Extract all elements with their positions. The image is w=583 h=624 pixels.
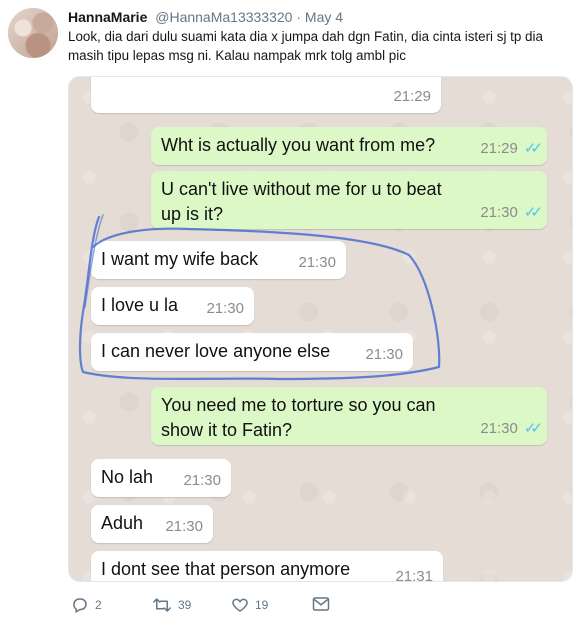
message-time: 21:30 xyxy=(365,346,403,363)
like-button[interactable]: 19 xyxy=(231,596,268,614)
tweet-media-screenshot[interactable]: 21:29 Wht is actually you want from me? … xyxy=(68,76,573,582)
retweet-count: 39 xyxy=(178,598,192,612)
message-time: 21:30 xyxy=(165,518,203,535)
chat-message-incoming: 21:29 xyxy=(91,77,441,113)
tweet-actions: 2 39 19 xyxy=(68,596,368,616)
reply-icon xyxy=(71,596,89,614)
chat-message-incoming: I want my wife back 21:30 xyxy=(91,241,346,279)
tweet-text: Look, dia dari dulu suami kata dia x jum… xyxy=(68,29,543,63)
reply-count: 2 xyxy=(95,598,102,612)
message-text: I love u la xyxy=(101,295,179,315)
direct-message-button[interactable] xyxy=(312,596,330,612)
message-text: I want my wife back xyxy=(101,249,259,269)
tweet-header: HannaMarie @HannaMa13333320 · May 4 xyxy=(68,8,343,26)
like-count: 19 xyxy=(255,598,269,612)
avatar[interactable] xyxy=(8,8,58,58)
chat-message-incoming: I love u la 21:30 xyxy=(91,287,254,325)
message-text: I can never love anyone else xyxy=(101,341,331,361)
message-time: 21:30 xyxy=(183,472,221,489)
message-time: 21:30 xyxy=(206,300,244,317)
retweet-icon xyxy=(152,596,172,614)
message-time: 21:30 xyxy=(298,254,336,271)
reply-button[interactable]: 2 xyxy=(71,596,102,614)
message-text: Aduh xyxy=(101,513,144,533)
message-time: 21:30 xyxy=(480,420,518,437)
message-text: Wht is actually you want from me? xyxy=(161,135,436,155)
double-check-icon: ✓✓ xyxy=(523,420,543,437)
chat-message-incoming: I dont see that person anymore 21:31 xyxy=(91,551,443,582)
chat-message-outgoing: You need me to torture so you can show i… xyxy=(151,387,547,445)
retweet-button[interactable]: 39 xyxy=(152,596,191,614)
double-check-icon: ✓✓ xyxy=(523,140,543,157)
message-time: 21:29 xyxy=(393,88,431,105)
message-text: No lah xyxy=(101,467,154,487)
like-icon xyxy=(231,596,249,614)
avatar-image xyxy=(8,8,58,58)
chat-message-incoming: I can never love anyone else 21:30 xyxy=(91,333,413,371)
tweet-date[interactable]: May 4 xyxy=(305,9,343,25)
chat-message-incoming: No lah 21:30 xyxy=(91,459,231,497)
message-text: You need me to torture so you can show i… xyxy=(161,395,436,440)
chat-message-outgoing: U can't live without me for u to beat up… xyxy=(151,171,547,229)
message-text: U can't live without me for u to beat up… xyxy=(161,179,442,224)
double-check-icon: ✓✓ xyxy=(523,204,543,221)
author-name[interactable]: HannaMarie xyxy=(68,9,147,25)
message-time: 21:29 xyxy=(480,140,518,157)
message-time: 21:30 xyxy=(480,204,518,221)
author-handle[interactable]: @HannaMa13333320 xyxy=(155,9,292,25)
chat-message-outgoing: Wht is actually you want from me? 21:29 … xyxy=(151,127,547,165)
separator-dot: · xyxy=(296,9,302,25)
dm-icon xyxy=(312,596,330,612)
tweet[interactable]: HannaMarie @HannaMa13333320 · May 4 Look… xyxy=(0,0,583,624)
message-time: 21:31 xyxy=(395,568,433,582)
chat-message-incoming: Aduh 21:30 xyxy=(91,505,213,543)
message-text: I dont see that person anymore xyxy=(101,559,351,579)
